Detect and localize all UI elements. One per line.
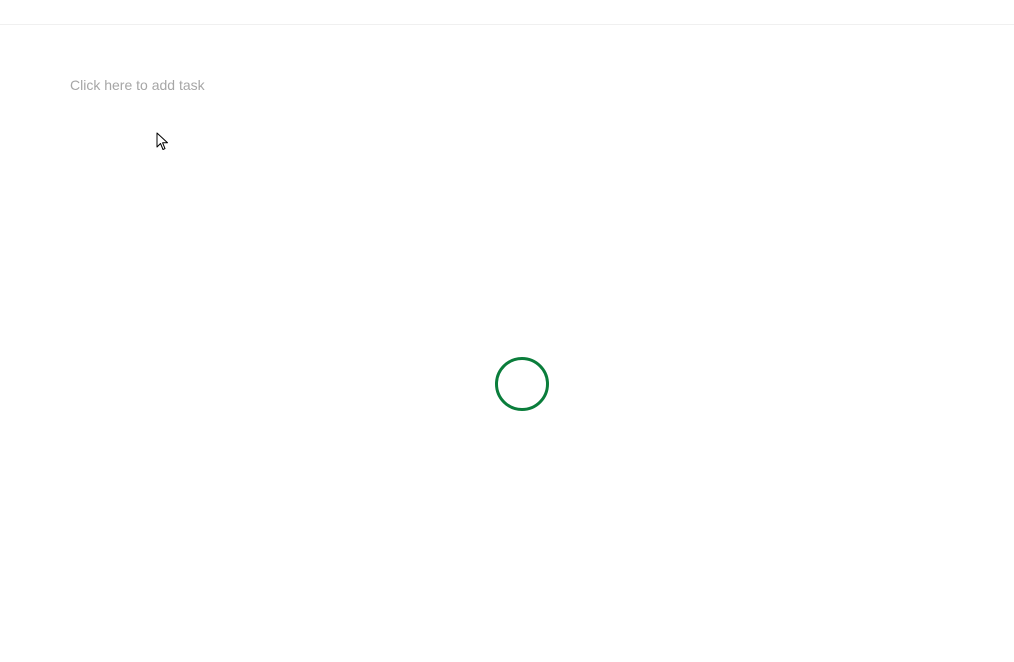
loading-spinner-icon: [495, 357, 549, 411]
app-window: Click here to add task: [0, 0, 1014, 662]
mouse-pointer-icon: [156, 132, 168, 150]
add-task-input[interactable]: Click here to add task: [70, 76, 205, 94]
top-bar: [0, 0, 1014, 25]
